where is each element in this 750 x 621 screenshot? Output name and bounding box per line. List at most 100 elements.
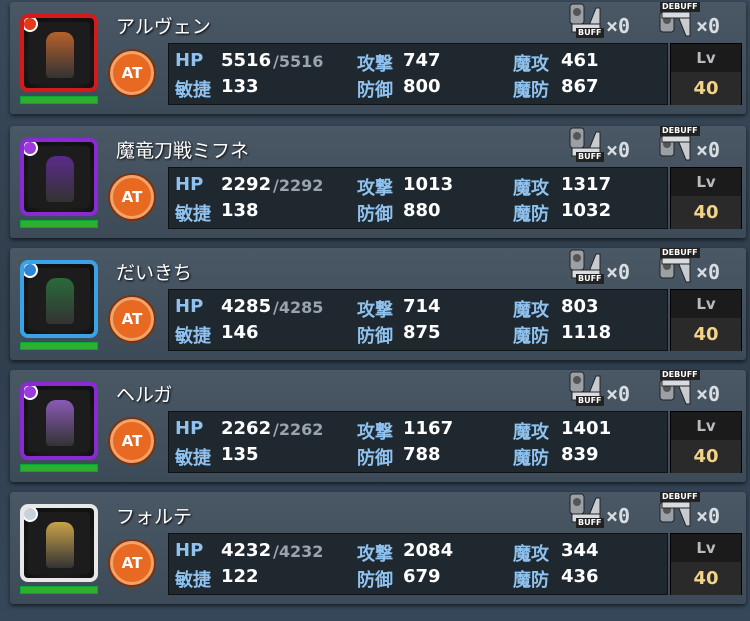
attack-label: 攻撃 [357,300,393,321]
magic-defense-value: 1032 [561,200,612,221]
unit-row[interactable]: 魔竜刀戦ミフネ AT HP 2292/2292 攻撃 1013 魔攻 1317 敏捷 138 防御 8… [0,124,750,242]
unit-row[interactable]: だいきち AT HP 4285/4285 攻撃 714 魔攻 803 敏捷 146 防御 875 魔防 1… [0,246,750,364]
unit-portrait[interactable] [20,260,98,338]
unit-name: だいきち [116,262,193,284]
magic-attack-value: 1317 [561,174,612,195]
level-box: Lv 40 [670,167,742,229]
at-badge[interactable]: AT [110,175,154,219]
unit-sprite [46,522,74,568]
buff-tag: BUFF [576,518,604,528]
defense-value: 875 [403,322,441,343]
debuff-icon[interactable]: DEBUFF [658,492,700,530]
agility-label: 敏捷 [175,204,211,225]
debuff-icon[interactable]: DEBUFF [658,370,700,408]
buff-icon[interactable]: BUFF [568,248,606,286]
magic-attack-value: 461 [561,50,599,71]
magic-attack-label: 魔攻 [513,422,549,443]
magic-attack-label: 魔攻 [513,300,549,321]
debuff-icon[interactable]: DEBUFF [658,126,700,164]
unit-hp-bar [20,96,98,104]
buff-count: ×0 [606,14,631,38]
buff-icon[interactable]: BUFF [568,370,606,408]
defense-label: 防御 [357,326,393,347]
agility-value: 138 [221,200,259,221]
at-badge[interactable]: AT [110,297,154,341]
unit-name: アルヴェン [116,16,211,38]
magic-attack-value: 803 [561,296,599,317]
level-box: Lv 40 [670,533,742,595]
level-value: 40 [671,440,741,473]
magic-defense-label: 魔防 [513,448,549,469]
defense-value: 800 [403,76,441,97]
at-badge[interactable]: AT [110,541,154,585]
element-icon [24,508,38,522]
buff-tag: BUFF [576,28,604,38]
unit-portrait[interactable] [20,382,98,460]
hp-max-value: /4285 [273,298,324,317]
buff-count: ×0 [606,504,631,528]
debuff-count: ×0 [696,382,721,406]
stats-panel: HP 2292/2292 攻撃 1013 魔攻 1317 敏捷 138 防御 880 魔防 1032 [168,167,668,229]
attack-label: 攻撃 [357,54,393,75]
debuff-count: ×0 [696,504,721,528]
hp-label: HP [175,50,204,71]
unit-row[interactable]: フォルテ AT HP 4232/4232 攻撃 2084 魔攻 344 敏捷 122 防御 679 魔防… [0,490,750,608]
unit-name: フォルテ [116,506,193,528]
unit-name: 魔竜刀戦ミフネ [116,140,250,162]
unit-hp-bar [20,342,98,350]
defense-label: 防御 [357,570,393,591]
defense-value: 880 [403,200,441,221]
hp-max-value: /2292 [273,176,324,195]
defense-label: 防御 [357,204,393,225]
defense-label: 防御 [357,448,393,469]
buff-count: ×0 [606,138,631,162]
debuff-tag: DEBUFF [660,248,700,258]
unit-sprite [46,32,74,78]
unit-row[interactable]: アルヴェン AT HP 5516/5516 攻撃 747 魔攻 461 敏捷 133 防御 800 魔防… [0,0,750,118]
unit-hp-bar [20,464,98,472]
unit-portrait[interactable] [20,14,98,92]
element-icon [24,18,38,32]
unit-row[interactable]: ヘルガ AT HP 2262/2262 攻撃 1167 魔攻 1401 敏捷 135 防御 788 魔防… [0,368,750,486]
unit-hp-bar [20,586,98,594]
at-badge[interactable]: AT [110,51,154,95]
debuff-count: ×0 [696,14,721,38]
hp-label: HP [175,296,204,317]
hp-value: 2292 [221,174,272,195]
level-label: Lv [671,168,741,196]
attack-value: 1013 [403,174,454,195]
buff-icon[interactable]: BUFF [568,2,606,40]
magic-attack-label: 魔攻 [513,54,549,75]
attack-value: 2084 [403,540,454,561]
unit-portrait[interactable] [20,504,98,582]
debuff-tag: DEBUFF [660,126,700,136]
debuff-icon[interactable]: DEBUFF [658,248,700,286]
defense-value: 788 [403,444,441,465]
element-icon [24,264,38,278]
buff-tag: BUFF [576,152,604,162]
hp-max-value: /2262 [273,420,324,439]
level-value: 40 [671,72,741,105]
debuff-icon[interactable]: DEBUFF [658,2,700,40]
stats-panel: HP 2262/2262 攻撃 1167 魔攻 1401 敏捷 135 防御 788 魔防 839 [168,411,668,473]
attack-value: 747 [403,50,441,71]
hp-value: 5516 [221,50,272,71]
level-value: 40 [671,562,741,595]
magic-defense-value: 1118 [561,322,612,343]
stats-panel: HP 4285/4285 攻撃 714 魔攻 803 敏捷 146 防御 875 魔防 1118 [168,289,668,351]
magic-defense-value: 867 [561,76,599,97]
stats-panel: HP 4232/4232 攻撃 2084 魔攻 344 敏捷 122 防御 679 魔防 436 [168,533,668,595]
buff-icon[interactable]: BUFF [568,126,606,164]
buff-icon[interactable]: BUFF [568,492,606,530]
agility-value: 146 [221,322,259,343]
magic-attack-value: 344 [561,540,599,561]
magic-attack-label: 魔攻 [513,178,549,199]
at-badge[interactable]: AT [110,419,154,463]
hp-label: HP [175,174,204,195]
unit-portrait[interactable] [20,138,98,216]
buff-tag: BUFF [576,274,604,284]
magic-defense-label: 魔防 [513,204,549,225]
agility-label: 敏捷 [175,326,211,347]
unit-sprite [46,156,74,202]
buff-tag: BUFF [576,396,604,406]
